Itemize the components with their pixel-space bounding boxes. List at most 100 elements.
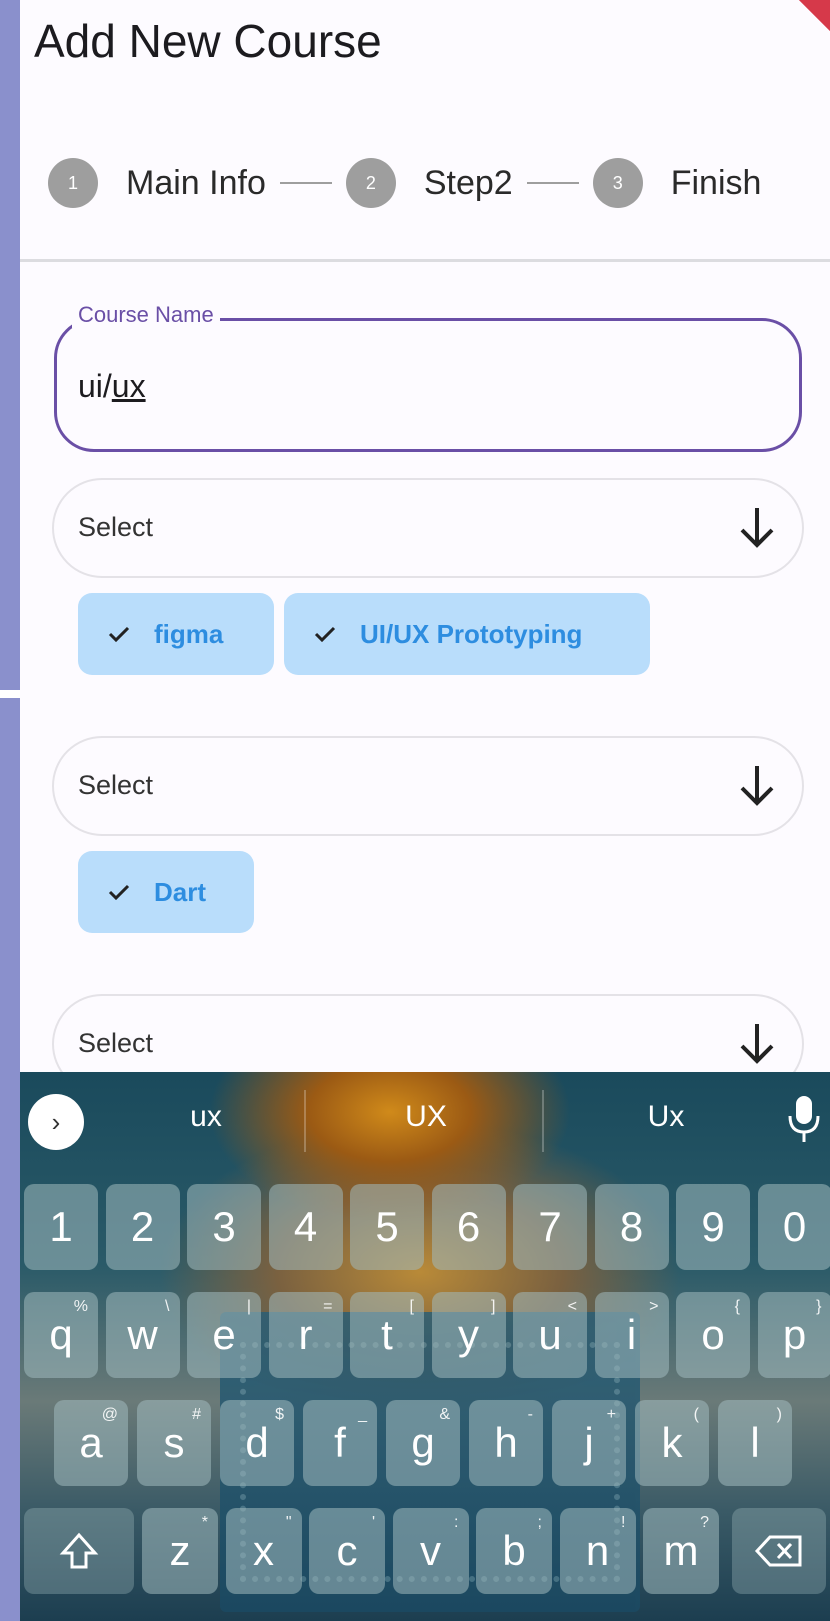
key-b[interactable]: b; [476, 1508, 552, 1594]
key-label: 3 [212, 1203, 236, 1250]
key-a[interactable]: a @ [54, 1400, 128, 1486]
shift-key[interactable] [24, 1508, 134, 1594]
key-3[interactable]: 3 [187, 1184, 261, 1270]
key-label: 2 [130, 1203, 155, 1250]
select-label: Select [78, 1028, 154, 1058]
app-screen: Add New Course 1 Main Info 2 Step2 3 Fin… [20, 0, 830, 1621]
key-hint: \ [165, 1298, 170, 1315]
key-label: p [782, 1311, 807, 1358]
key-hint: * [201, 1514, 208, 1531]
key-x[interactable]: x " [225, 1508, 302, 1594]
key-0[interactable]: 0 [757, 1184, 830, 1270]
key-y[interactable]: y] [431, 1292, 506, 1378]
key-6[interactable]: 6 [431, 1184, 506, 1270]
key-hint: $ [275, 1406, 284, 1423]
key-label: 9 [701, 1203, 725, 1250]
skills-select-2[interactable]: Select [52, 736, 804, 836]
key-hint: : [454, 1514, 459, 1531]
key-hint: ! [621, 1514, 626, 1531]
key-q[interactable]: q% [24, 1292, 98, 1378]
key-i[interactable]: i > [594, 1292, 669, 1378]
key-label: w [127, 1311, 158, 1358]
backspace-key[interactable] [732, 1508, 826, 1594]
key-t[interactable]: t[ [350, 1292, 424, 1378]
key-label: m [663, 1527, 699, 1574]
key-label: 0 [782, 1203, 807, 1250]
key-8[interactable]: 8 [594, 1184, 669, 1270]
key-label: z [169, 1527, 191, 1574]
key-o[interactable]: o{ [676, 1292, 750, 1378]
key-label: e [212, 1311, 236, 1358]
suggestion-3[interactable]: Ux [586, 1100, 746, 1134]
step-label-main-info[interactable]: Main Info [126, 164, 266, 203]
key-r[interactable]: r = [268, 1292, 343, 1378]
app-bar: Add New Course 1 Main Info 2 Step2 3 Fin… [20, 0, 830, 262]
desktop-divider [0, 690, 20, 698]
key-w[interactable]: w \ [105, 1292, 180, 1378]
key-label: t [381, 1311, 393, 1358]
key-1[interactable]: 1 [24, 1184, 98, 1270]
key-hint: ( [693, 1406, 699, 1423]
key-s[interactable]: s # [137, 1400, 211, 1486]
suggestion-1[interactable]: ux [126, 1100, 286, 1134]
key-p[interactable]: p} [757, 1292, 830, 1378]
course-name-label: Course Name [72, 302, 220, 328]
key-hint: [ [409, 1298, 414, 1315]
key-hint: % [73, 1298, 88, 1315]
key-9[interactable]: 9 [676, 1184, 750, 1270]
microphone-icon[interactable] [784, 1094, 824, 1144]
key-5[interactable]: 5 [350, 1184, 424, 1270]
key-d[interactable]: d $ [220, 1400, 294, 1486]
key-n[interactable]: n! [559, 1508, 636, 1594]
suggestion-2[interactable]: UX [346, 1100, 506, 1134]
key-label: g [411, 1419, 435, 1466]
key-label: k [661, 1419, 683, 1466]
key-l[interactable]: l) [718, 1400, 792, 1486]
chip-figma[interactable]: figma [78, 593, 274, 675]
course-name-field[interactable] [54, 318, 802, 452]
key-k[interactable]: k( [635, 1400, 709, 1486]
course-name-value[interactable]: ui/ux [78, 368, 146, 405]
key-e[interactable]: e | [187, 1292, 261, 1378]
key-label: j [584, 1419, 594, 1466]
key-hint: " [285, 1514, 292, 1531]
backspace-icon [754, 1535, 802, 1567]
key-z[interactable]: z * [142, 1508, 218, 1594]
key-label: d [245, 1419, 269, 1466]
key-2[interactable]: 2 [105, 1184, 180, 1270]
key-c[interactable]: c ' [309, 1508, 385, 1594]
skills-select-1[interactable]: Select [52, 478, 804, 578]
chip-ui-ux-prototyping[interactable]: UI/UX Prototyping [284, 593, 650, 675]
key-4[interactable]: 4 [268, 1184, 343, 1270]
step-number-2[interactable]: 2 [345, 158, 396, 208]
key-f[interactable]: f _ [303, 1400, 377, 1486]
suggestion-divider [542, 1090, 544, 1152]
key-label: 1 [49, 1203, 73, 1250]
chip-label: UI/UX Prototyping [360, 618, 583, 649]
course-name-composing-text: ux [111, 368, 146, 404]
desktop-background [0, 0, 20, 1621]
key-label: i [626, 1311, 637, 1358]
key-label: o [701, 1311, 725, 1358]
arrow-down-icon [740, 766, 774, 806]
key-j[interactable]: j + [552, 1400, 626, 1486]
expand-toolbar-button[interactable]: › [28, 1094, 84, 1150]
key-h[interactable]: h- [469, 1400, 543, 1486]
key-u[interactable]: u < [513, 1292, 587, 1378]
key-m[interactable]: m? [643, 1508, 719, 1594]
key-hint: ) [776, 1406, 782, 1423]
step-label-finish[interactable]: Finish [671, 164, 762, 203]
key-7[interactable]: 7 [513, 1184, 587, 1270]
key-label: a [79, 1419, 103, 1466]
key-hint: ? [700, 1514, 709, 1531]
chip-dart[interactable]: Dart [78, 851, 254, 933]
step-label-step2[interactable]: Step2 [424, 164, 513, 203]
step-number-3[interactable]: 3 [592, 158, 643, 208]
key-g[interactable]: g & [386, 1400, 460, 1486]
key-hint: ' [371, 1514, 375, 1531]
key-label: 5 [375, 1203, 399, 1250]
key-hint: = [323, 1298, 333, 1315]
step-connector [279, 182, 332, 184]
step-number-1[interactable]: 1 [48, 158, 98, 208]
key-v[interactable]: v: [392, 1508, 469, 1594]
